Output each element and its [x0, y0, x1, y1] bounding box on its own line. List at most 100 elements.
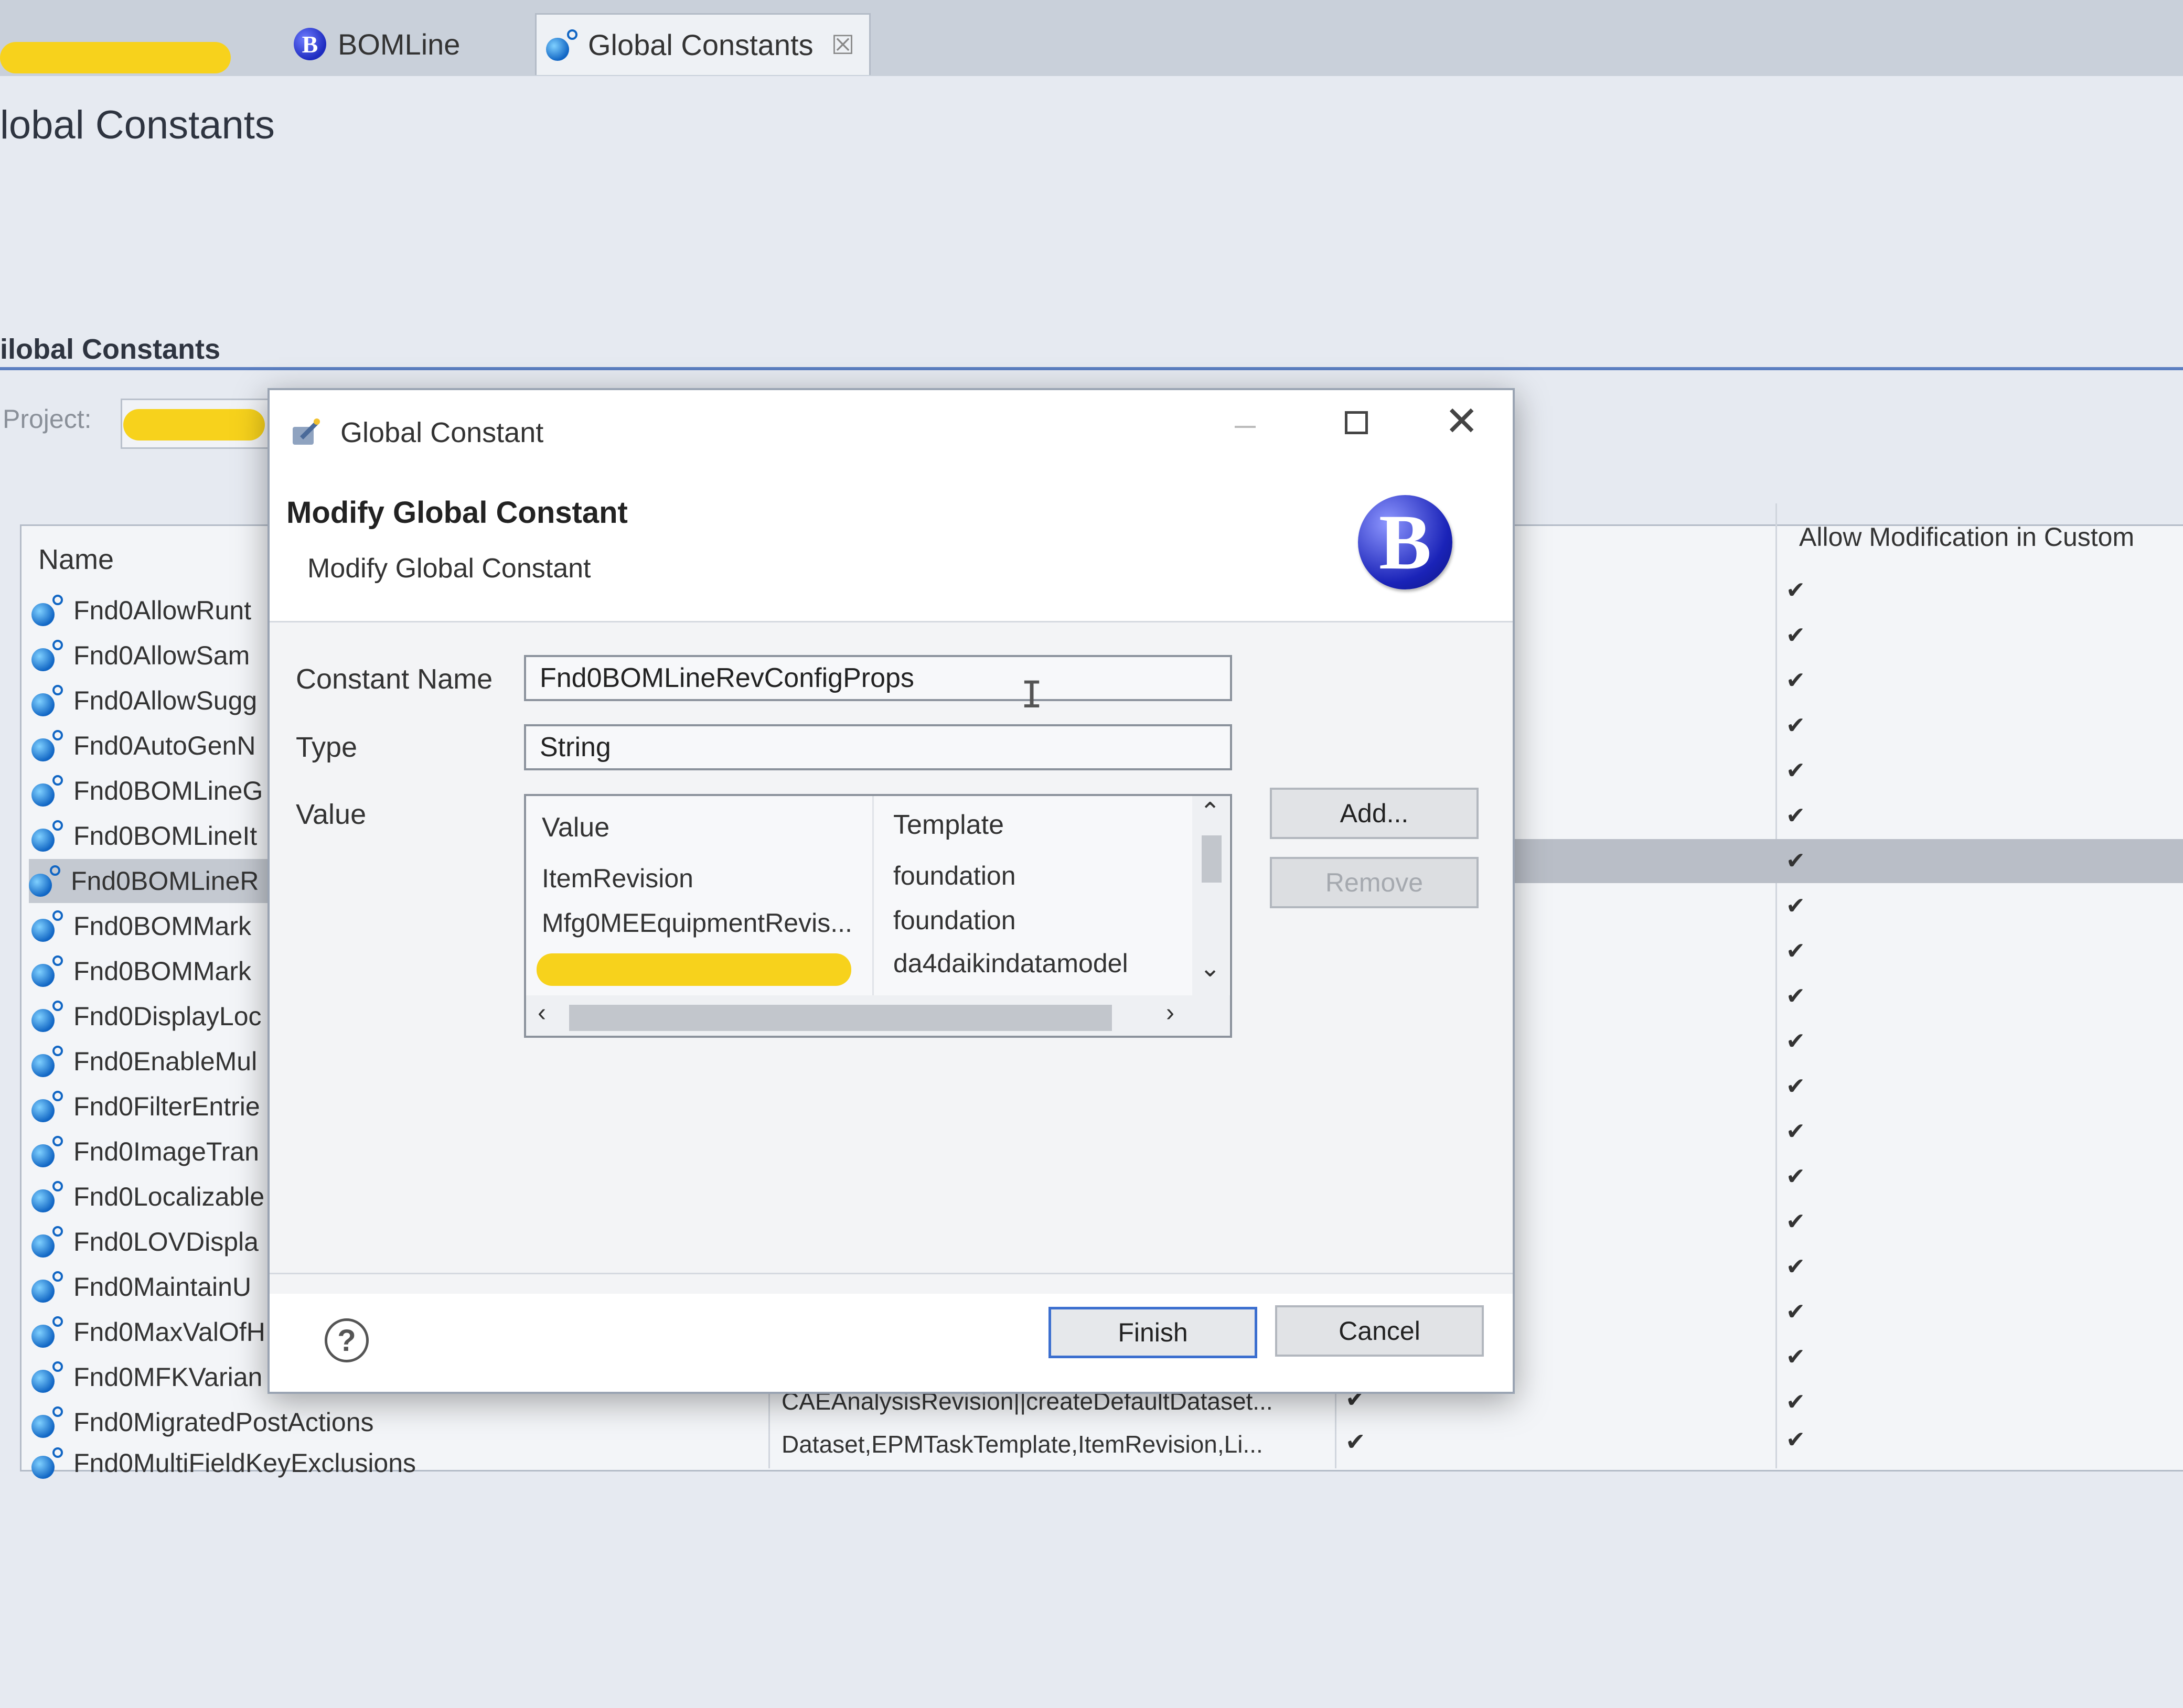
- section-divider: [0, 367, 2183, 370]
- table-row[interactable]: Fnd0DisplayLoc: [31, 994, 262, 1038]
- close-icon[interactable]: ✕: [1444, 401, 1479, 442]
- editor-tab-strip: B BOMLine Global Constants ☒: [0, 0, 2183, 78]
- value-cell[interactable]: ItemRevision: [542, 863, 693, 894]
- vertical-scrollbar[interactable]: ⌃ ⌄: [1192, 796, 1229, 995]
- remove-button[interactable]: Remove: [1270, 857, 1479, 908]
- scroll-thumb[interactable]: [569, 1005, 1112, 1031]
- table-row[interactable]: Fnd0AllowRunt: [31, 588, 251, 632]
- constant-name-field[interactable]: Fnd0BOMLineRevConfigProps: [524, 655, 1232, 701]
- scroll-left-icon[interactable]: ‹: [538, 998, 546, 1027]
- value-cell[interactable]: Mfg0MEEquipmentRevis...: [542, 908, 852, 938]
- scroll-thumb[interactable]: [1202, 835, 1222, 883]
- global-constant-icon: [31, 640, 63, 671]
- global-constant-icon: [31, 1406, 63, 1438]
- template-cell: foundation: [893, 861, 1016, 890]
- wizard-icon: [293, 418, 320, 445]
- tab-global-constants[interactable]: Global Constants ☒: [535, 13, 871, 75]
- text-cursor-icon: I: [1021, 673, 1043, 716]
- tab-bomline[interactable]: B BOMLine: [294, 13, 514, 75]
- type-field[interactable]: String: [524, 724, 1232, 770]
- allow-modification-check: ✔: [1786, 713, 1805, 738]
- row-name: Fnd0DisplayLoc: [73, 1002, 262, 1031]
- selected-row-highlight: [1505, 839, 2183, 883]
- global-constant-icon: [31, 1181, 63, 1212]
- global-constant-icon: [31, 820, 63, 852]
- tab-close-icon[interactable]: ☒: [831, 30, 855, 60]
- table-row[interactable]: Fnd0MFKVarian: [31, 1355, 262, 1399]
- global-constant-icon: [31, 1046, 63, 1077]
- constant-name-label: Constant Name: [296, 663, 493, 695]
- value-label: Value: [296, 799, 367, 830]
- allow-modification-check: ✔: [1786, 1073, 1805, 1099]
- table-row[interactable]: Fnd0BOMMark: [31, 904, 251, 948]
- table-row[interactable]: Fnd0AllowSugg: [31, 679, 257, 723]
- row-name: Fnd0BOMLineG: [73, 776, 263, 805]
- dialog-footer-divider: [270, 1273, 1513, 1274]
- table-row[interactable]: Fnd0MaintainU: [31, 1265, 251, 1309]
- row-name: Fnd0ImageTran: [73, 1137, 259, 1166]
- global-constant-icon: [31, 1091, 63, 1122]
- column-header-allow-modification[interactable]: Allow Modification in Custom: [1799, 522, 2134, 552]
- dialog-titlebar[interactable]: Global Constant ✕: [270, 390, 1513, 464]
- row-check: ✔: [1345, 1428, 1366, 1455]
- allow-modification-check: ✔: [1786, 577, 1805, 603]
- global-constant-icon: [31, 1001, 63, 1032]
- row-name: Fnd0LOVDispla: [73, 1227, 259, 1256]
- column-separator: [1335, 1384, 1336, 1468]
- global-constant-icon: [31, 910, 63, 942]
- help-icon[interactable]: ?: [325, 1318, 369, 1362]
- global-constant-icon: [31, 775, 63, 807]
- table-row-selected[interactable]: Fnd0BOMLineR: [29, 859, 270, 903]
- table-row[interactable]: Fnd0LOVDispla: [31, 1220, 259, 1264]
- table-row[interactable]: Fnd0BOMLineIt: [31, 814, 257, 858]
- cancel-button[interactable]: Cancel: [1275, 1305, 1484, 1357]
- allow-modification-check: ✔: [1786, 1119, 1805, 1144]
- tab-label: Global Constants: [588, 28, 814, 61]
- project-label: Project:: [3, 404, 92, 434]
- table-row[interactable]: Fnd0Localizable: [31, 1175, 264, 1219]
- row-name: Fnd0MFKVarian: [73, 1362, 263, 1392]
- row-name: Fnd0BOMLineIt: [73, 821, 258, 851]
- table-row[interactable]: Fnd0FilterEntrie: [31, 1084, 260, 1129]
- column-header-name[interactable]: Name: [38, 543, 114, 576]
- row-name: Fnd0AllowSugg: [73, 686, 258, 715]
- allow-modification-check: ✔: [1786, 668, 1805, 693]
- row-name: Fnd0BOMMark: [73, 911, 251, 941]
- global-constant-icon: [31, 595, 63, 626]
- row-name: Fnd0Localizable: [73, 1182, 265, 1211]
- scroll-down-icon[interactable]: ⌄: [1200, 953, 1221, 983]
- row-name: Fnd0BOMLineR: [71, 866, 259, 896]
- allow-modification-check: ✔: [1786, 1209, 1805, 1234]
- redaction-mark: [123, 409, 265, 441]
- tab-redacted[interactable]: [0, 13, 273, 75]
- minimize-icon[interactable]: [1235, 426, 1256, 428]
- redaction-mark: [0, 42, 231, 73]
- value-column-header[interactable]: Value: [542, 812, 609, 843]
- table-row[interactable]: Fnd0EnableMul: [31, 1039, 257, 1083]
- allow-modification-check: ✔: [1786, 983, 1805, 1009]
- global-constant-icon: [29, 865, 60, 897]
- template-column-header[interactable]: Template: [893, 809, 1004, 841]
- row-name: Fnd0AllowSam: [73, 641, 250, 670]
- global-constant-icon: [31, 955, 63, 987]
- table-row[interactable]: Fnd0ImageTran: [31, 1130, 259, 1174]
- scroll-up-icon[interactable]: ⌃: [1200, 797, 1221, 826]
- maximize-icon[interactable]: [1345, 411, 1368, 434]
- table-row[interactable]: Fnd0AllowSam: [31, 633, 250, 678]
- table-row[interactable]: Fnd0MaxValOfH: [31, 1310, 265, 1354]
- allow-modification-check: ✔: [1786, 1389, 1805, 1415]
- banner-title: Modify Global Constant: [286, 496, 628, 530]
- table-row[interactable]: Fnd0BOMMark: [31, 949, 251, 993]
- banner-subtitle: Modify Global Constant: [307, 553, 591, 584]
- finish-button[interactable]: Finish: [1048, 1307, 1257, 1358]
- global-constant-icon: [31, 1136, 63, 1167]
- table-row[interactable]: Fnd0AutoGenN: [31, 724, 255, 768]
- row-name: Fnd0BOMMark: [73, 957, 251, 986]
- row-name: Fnd0AutoGenN: [73, 731, 256, 760]
- horizontal-scrollbar[interactable]: ‹ ›: [526, 995, 1230, 1036]
- add-button[interactable]: Add...: [1270, 788, 1479, 839]
- dialog-title: Global Constant: [340, 417, 544, 448]
- global-constant-dialog: Global Constant ✕ Modify Global Constant…: [267, 388, 1515, 1394]
- scroll-right-icon[interactable]: ›: [1166, 998, 1174, 1027]
- table-row[interactable]: Fnd0BOMLineG: [31, 769, 263, 813]
